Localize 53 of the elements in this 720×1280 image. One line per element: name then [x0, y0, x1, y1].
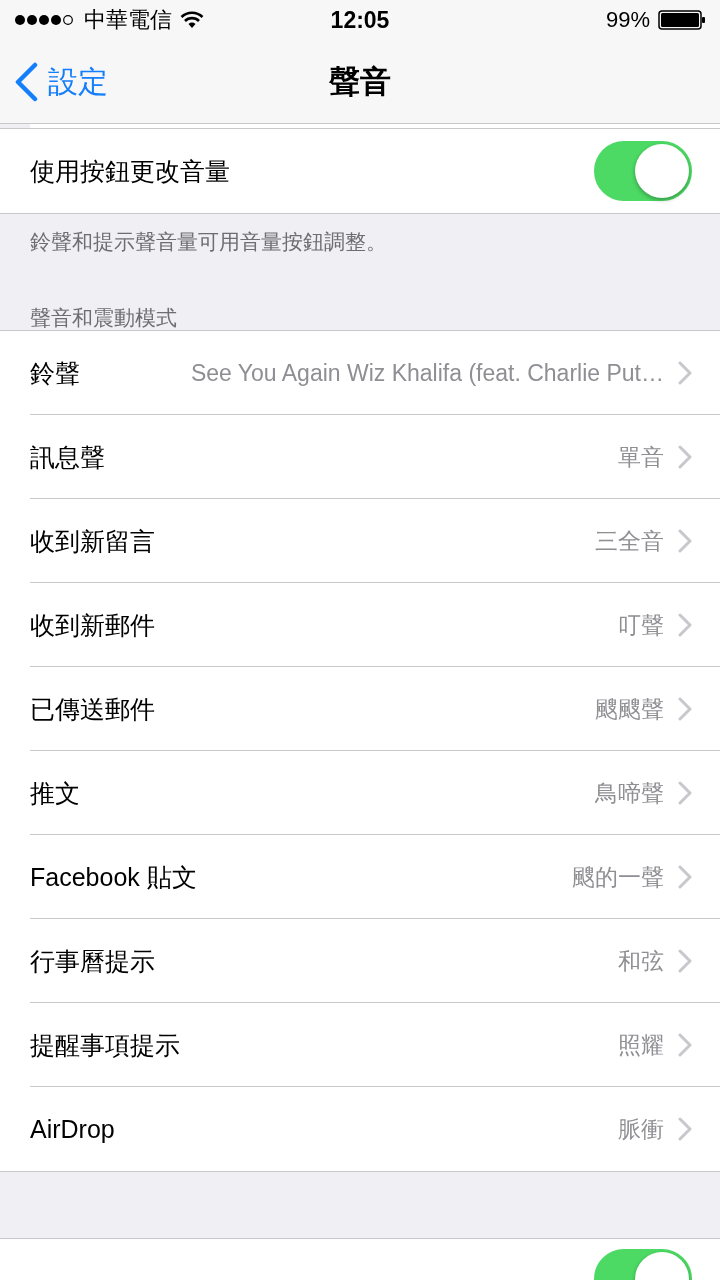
setting-label: 鈴聲 [30, 357, 80, 389]
sound-setting-row[interactable]: 收到新郵件 叮聲 [0, 583, 720, 667]
sound-setting-row[interactable]: 提醒事項提示 照耀 [0, 1003, 720, 1087]
setting-label: 使用按鈕更改音量 [30, 155, 230, 187]
signal-icon [14, 14, 76, 26]
chevron-right-icon [678, 529, 692, 553]
chevron-left-icon [14, 62, 38, 102]
clock-time: 12:05 [330, 6, 390, 34]
sound-setting-row[interactable]: 鈴聲 See You Again Wiz Khalifa (feat. Charlie Put… [0, 331, 720, 415]
setting-value: 和弦 [617, 946, 664, 976]
sound-setting-row[interactable]: 收到新留言 三全音 [0, 499, 720, 583]
sound-setting-row[interactable]: 訊息聲 單音 [0, 415, 720, 499]
setting-value: See You Again Wiz Khalifa (feat. Charlie Put… [189, 359, 664, 387]
wifi-icon [180, 11, 204, 29]
chevron-right-icon [678, 1117, 692, 1141]
chevron-right-icon [678, 697, 692, 721]
sound-setting-row[interactable]: 行事曆提示 和弦 [0, 919, 720, 1003]
setting-label: 行事曆提示 [30, 945, 155, 977]
setting-label: 提醒事項提示 [30, 1029, 180, 1061]
chevron-right-icon [678, 445, 692, 469]
page-title: 聲音 [329, 63, 391, 101]
setting-value: 叮聲 [617, 610, 664, 640]
setting-value: 鳥啼聲 [594, 778, 664, 808]
chevron-right-icon [678, 613, 692, 637]
setting-value: 颼颼聲 [594, 694, 664, 724]
sound-setting-row[interactable]: 推文 鳥啼聲 [0, 751, 720, 835]
section-header: 聲音和震動模式 [29, 305, 178, 330]
sound-setting-row[interactable]: 已傳送郵件 颼颼聲 [0, 667, 720, 751]
sound-setting-row[interactable]: Facebook 貼文 颼的一聲 [0, 835, 720, 919]
chevron-right-icon [678, 1033, 692, 1057]
battery-icon [658, 10, 706, 30]
setting-value: 照耀 [617, 1030, 664, 1060]
chevron-right-icon [678, 361, 692, 385]
setting-label: 收到新留言 [30, 525, 155, 557]
setting-label: 已傳送郵件 [30, 693, 155, 725]
setting-label: AirDrop [30, 1114, 115, 1144]
back-button[interactable]: 設定 [0, 61, 108, 103]
setting-label: 收到新郵件 [30, 609, 155, 641]
setting-value: 脈衝 [617, 1114, 664, 1144]
footer-note: 鈴聲和提示聲音量可用音量按鈕調整。 [29, 229, 388, 255]
setting-label: Facebook 貼文 [30, 861, 197, 893]
chevron-right-icon [678, 949, 692, 973]
setting-label: 推文 [30, 777, 80, 809]
chevron-right-icon [678, 865, 692, 889]
chevron-right-icon [678, 781, 692, 805]
setting-label: 訊息聲 [30, 441, 105, 473]
setting-value: 颼的一聲 [571, 862, 664, 892]
toggle-switch[interactable] [594, 141, 692, 201]
setting-value: 三全音 [594, 526, 664, 556]
carrier-name: 中華電信 [84, 6, 172, 34]
setting-value: 單音 [617, 442, 664, 472]
sound-setting-row[interactable]: AirDrop 脈衝 [0, 1087, 720, 1171]
battery-percent: 99% [605, 7, 650, 33]
